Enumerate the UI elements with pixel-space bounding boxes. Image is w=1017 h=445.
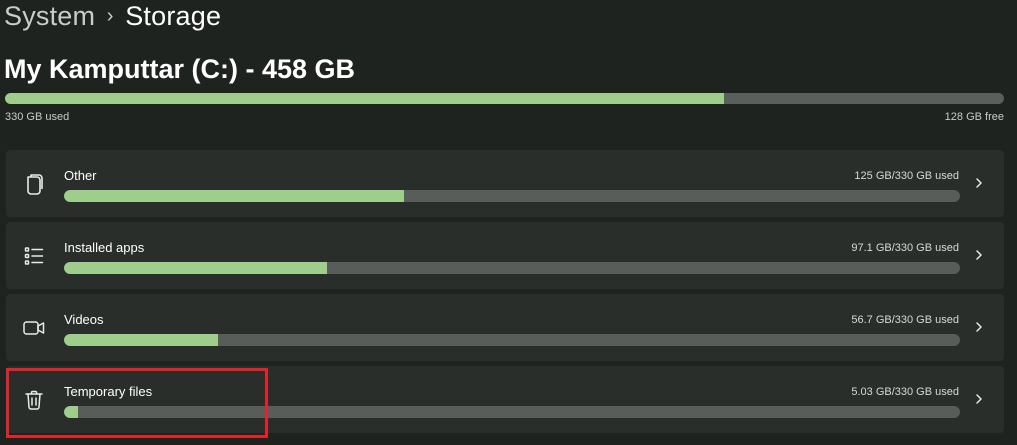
breadcrumb-system[interactable]: System [4, 1, 95, 32]
breadcrumb: System › Storage [4, 0, 221, 36]
drive-used-label: 330 GB used [5, 111, 70, 123]
category-videos[interactable]: Videos 56.7 GB/330 GB used [6, 294, 1004, 361]
chevron-right-icon [976, 178, 982, 188]
chevron-right-icon [976, 394, 982, 404]
category-usage: 56.7 GB/330 GB used [851, 314, 959, 326]
document-icon [22, 172, 46, 196]
category-usage-bar-fill [64, 334, 219, 346]
category-usage-bar-fill [64, 190, 404, 202]
category-temporary-files[interactable]: Temporary files 5.03 GB/330 GB used [6, 366, 1004, 433]
category-label: Videos [64, 312, 104, 327]
category-usage-bar [64, 262, 960, 274]
category-label: Temporary files [64, 384, 153, 399]
category-usage-bar-fill [64, 262, 328, 274]
category-usage: 97.1 GB/330 GB used [851, 242, 959, 254]
category-usage-bar-fill [64, 406, 79, 418]
category-label: Installed apps [64, 240, 145, 255]
drive-usage-bar-fill [5, 93, 725, 104]
drive-free-label: 128 GB free [944, 111, 1004, 123]
list-icon [22, 244, 46, 268]
page-title: Storage [125, 0, 222, 31]
category-usage: 5.03 GB/330 GB used [851, 386, 959, 398]
category-usage-bar [64, 334, 960, 346]
video-icon [22, 316, 46, 340]
storage-categories: Other 125 GB/330 GB used Installed apps … [6, 150, 1004, 438]
chevron-right-icon: › [106, 4, 114, 27]
trash-icon [22, 388, 46, 412]
drive-usage-bar [5, 93, 1004, 104]
category-installed-apps[interactable]: Installed apps 97.1 GB/330 GB used [6, 222, 1004, 289]
chevron-right-icon [976, 250, 982, 260]
storage-page: System › Storage My Kamputtar (C:) - 458… [0, 0, 1017, 445]
category-usage: 125 GB/330 GB used [854, 170, 959, 182]
drive-title: My Kamputtar (C:) - 458 GB [4, 54, 356, 84]
category-label: Other [64, 168, 97, 183]
category-usage-bar [64, 406, 960, 418]
category-usage-bar [64, 190, 960, 202]
chevron-right-icon [976, 322, 982, 332]
category-other[interactable]: Other 125 GB/330 GB used [6, 150, 1004, 217]
